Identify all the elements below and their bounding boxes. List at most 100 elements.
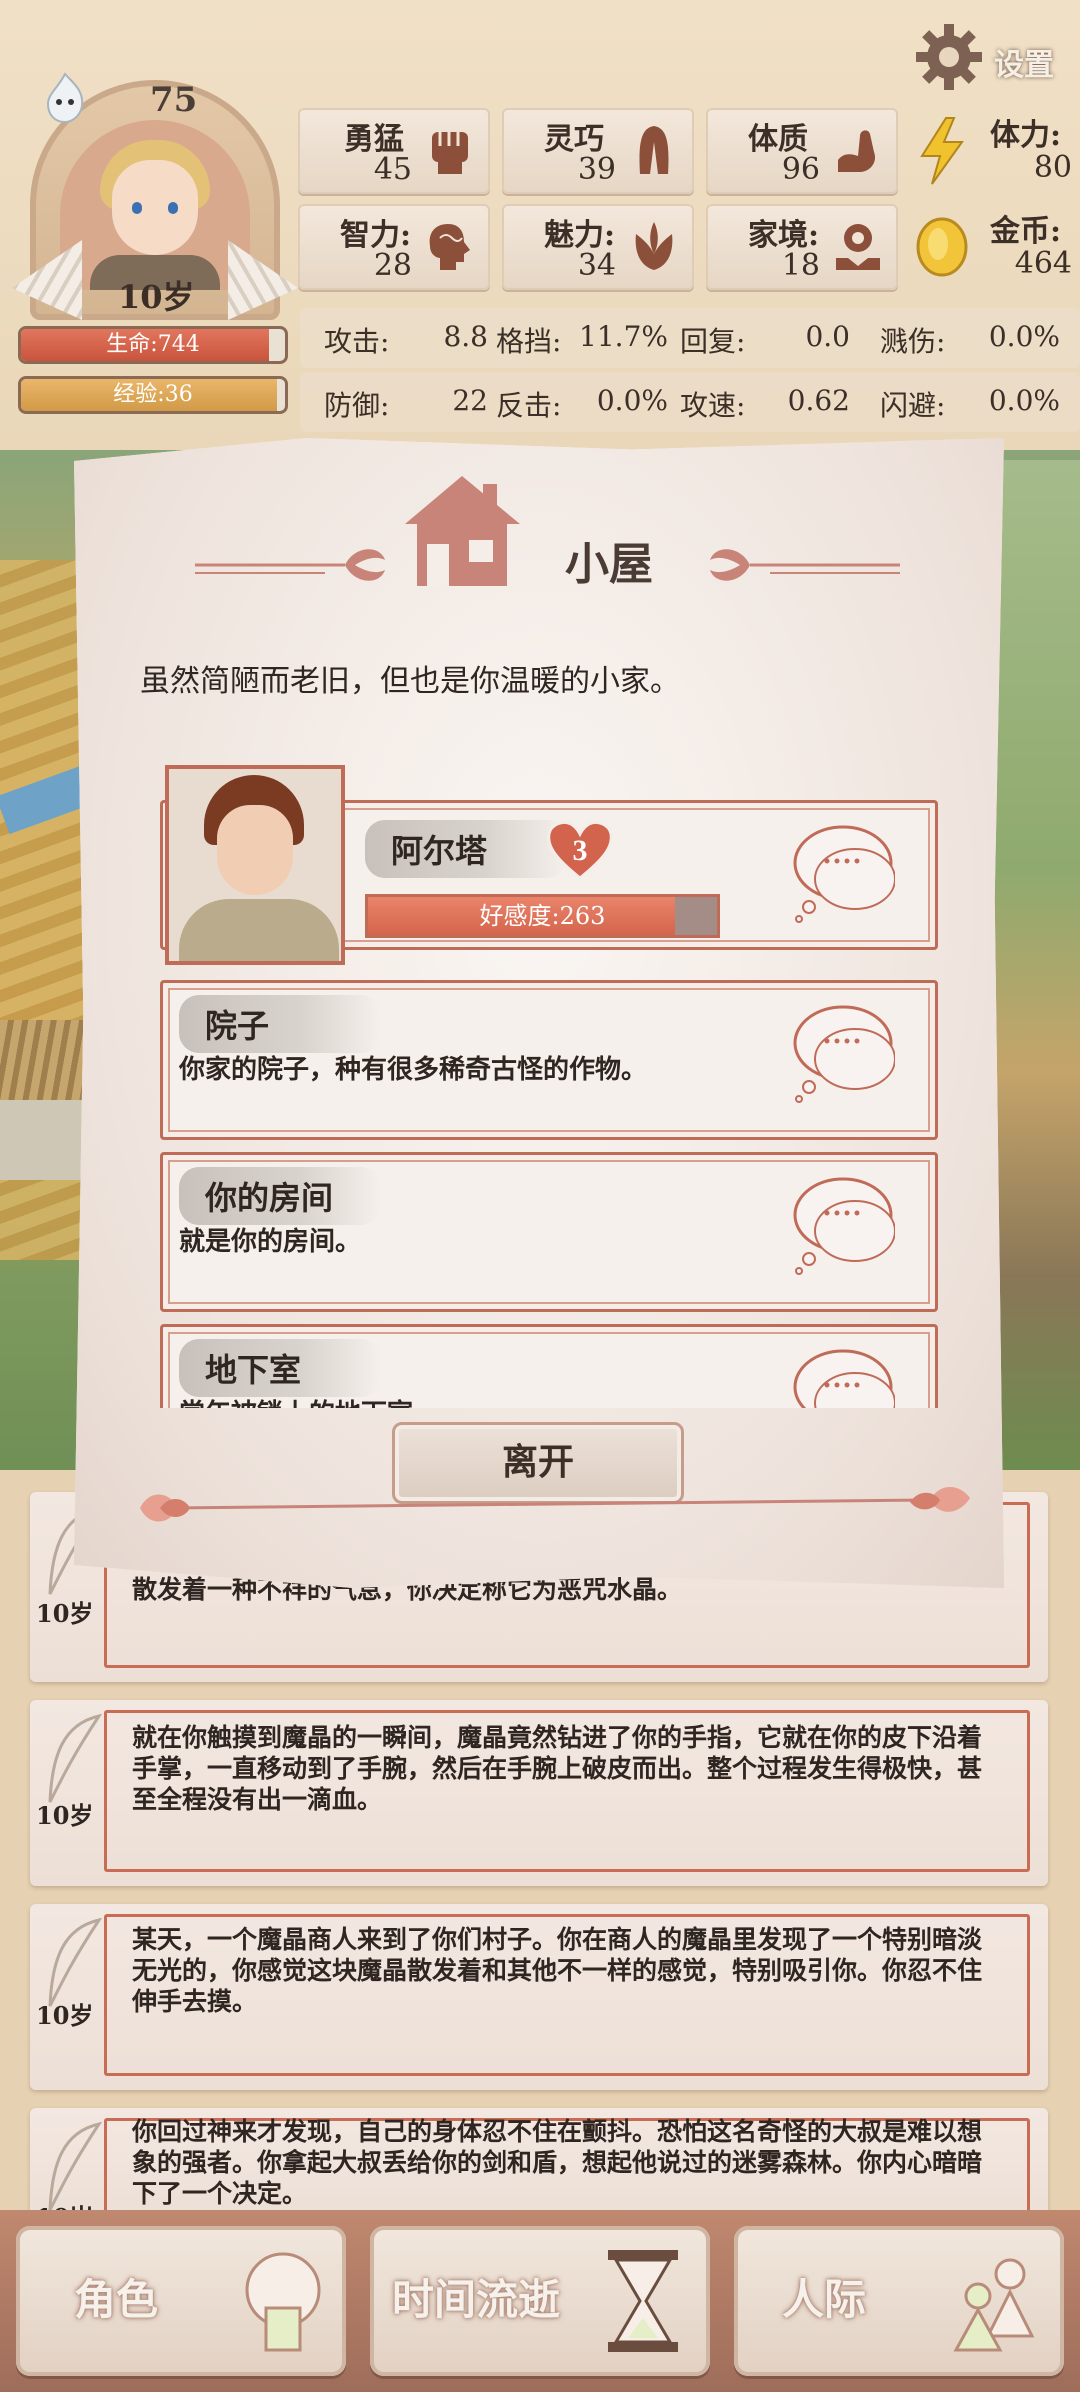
nav-label: 人际	[782, 2275, 867, 2324]
attack-speed-value: 0.62	[787, 384, 850, 417]
affinity-text: 好感度:263	[479, 902, 606, 930]
regen-label: 回复:	[680, 325, 746, 358]
chat-bubble-icon[interactable]	[785, 995, 895, 1105]
gold-value: 464	[1014, 246, 1072, 281]
stat-value: 45	[373, 152, 412, 187]
fist-icon	[432, 132, 468, 174]
stat-value: 28	[373, 248, 412, 283]
stat-card-family[interactable]: 家境: 18	[706, 204, 898, 290]
stamina-label: 体力:	[990, 118, 1062, 153]
village-scene-right	[990, 460, 1080, 1480]
log-age: 10岁	[36, 2001, 94, 2030]
popup-title: 小屋	[565, 539, 653, 590]
place-name: 你的房间	[179, 1167, 381, 1225]
spirit-icon	[46, 72, 84, 124]
cloak-icon	[639, 126, 669, 174]
hero-eye	[132, 202, 142, 214]
popup-description: 虽然简陋而老旧，但也是你温暖的小家。	[140, 664, 680, 699]
nav-social[interactable]: 人际	[734, 2226, 1064, 2376]
settings-label: 设置	[994, 48, 1054, 83]
place-description: 你家的院子，种有很多稀奇古怪的作物。	[179, 1055, 648, 1085]
age-label: 10岁	[118, 278, 195, 316]
npc-face	[217, 805, 293, 895]
gold-display: 金币: 464	[906, 204, 1080, 290]
block-label: 格挡:	[496, 325, 562, 358]
ornament-right-icon	[710, 549, 900, 581]
place-name: 地下室	[179, 1339, 381, 1397]
stamina-display: 体力: 80	[906, 108, 1080, 194]
place-entry[interactable]: 院子 你家的院子，种有很多稀奇古怪的作物。	[160, 980, 938, 1140]
attack-speed-label: 攻速:	[680, 389, 746, 422]
settings-button[interactable]: 设置	[914, 22, 1064, 90]
place-description: 常年被锁上的地下室	[179, 1393, 413, 1408]
log-entry: 10岁 就在你触摸到魔晶的一瞬间，魔晶竟然钻进了你的手指，它就在你的皮下沿着手掌…	[30, 1700, 1048, 1886]
stat-card-intelligence[interactable]: 智力: 28	[298, 204, 490, 290]
npc-name: 阿尔塔	[365, 820, 567, 878]
log-age: 10岁	[36, 1599, 94, 1628]
exp-bar: 经验:36	[18, 376, 288, 414]
hero-face	[112, 160, 198, 255]
attack-value: 8.8	[443, 320, 488, 353]
quill-icon	[48, 1918, 103, 2007]
heart-icon: 3	[547, 820, 613, 880]
people-icon	[953, 2258, 1035, 2352]
stamina-value: 80	[1033, 150, 1072, 185]
nav-label: 时间流逝	[392, 2275, 561, 2324]
log-entry: 10岁 某天，一个魔晶商人来到了你们村子。你在商人的魔晶里发现了一个特别暗淡无光…	[30, 1904, 1048, 2090]
place-description: 就是你的房间。	[179, 1227, 362, 1257]
gold-coin-icon	[916, 217, 968, 277]
stat-card-constitution[interactable]: 体质 96	[706, 108, 898, 194]
exp-text: 经验:36	[113, 382, 193, 407]
chat-bubble-icon[interactable]	[785, 1339, 895, 1408]
cottage-wall	[0, 1100, 90, 1180]
counter-label: 反击:	[496, 389, 562, 422]
stat-card-agility[interactable]: 灵巧 39	[502, 108, 694, 194]
chat-bubble-icon[interactable]	[785, 1167, 895, 1277]
ornament-bottom-icon	[140, 1487, 970, 1522]
splash-label: 溅伤:	[880, 325, 946, 358]
flower-icon	[635, 222, 673, 270]
nav-label: 角色	[74, 2275, 159, 2324]
stat-value: 96	[781, 152, 820, 187]
gold-label: 金币:	[990, 214, 1062, 249]
log-text: 就在你触摸到魔晶的一瞬间，魔晶竟然钻进了你的手指，它就在你的皮下沿着手掌，一直移…	[132, 1723, 983, 1814]
hp-text: 生命:744	[106, 332, 200, 357]
place-entry[interactable]: 你的房间 就是你的房间。	[160, 1152, 938, 1312]
stat-value: 34	[577, 248, 616, 283]
lightning-icon	[920, 117, 964, 185]
stat-value: 39	[577, 152, 616, 187]
quill-icon	[48, 1714, 103, 1803]
nav-character[interactable]: 角色	[16, 2226, 346, 2376]
defense-label: 防御:	[324, 389, 390, 422]
dodge-value: 0.0%	[988, 384, 1060, 417]
stat-card-courage[interactable]: 勇猛 45	[298, 108, 490, 194]
arm-icon	[838, 130, 876, 172]
hourglass-icon	[608, 2250, 678, 2352]
log-text: 某天，一个魔晶商人来到了你们村子。你在商人的魔晶里发现了一个特别暗淡无光的，你感…	[132, 1925, 983, 2016]
character-icon	[245, 2252, 321, 2352]
brain-icon	[429, 224, 470, 270]
block-value: 11.7%	[579, 320, 668, 353]
defense-value: 22	[452, 384, 488, 417]
place-entry[interactable]: 地下室 常年被锁上的地下室	[160, 1324, 938, 1408]
place-name: 院子	[179, 995, 381, 1053]
stat-value: 18	[781, 248, 820, 283]
ornament-left-icon	[195, 549, 385, 581]
npc-body	[179, 899, 339, 961]
attack-label: 攻击:	[324, 325, 390, 358]
chat-bubble-icon[interactable]	[785, 815, 895, 925]
splash-value: 0.0%	[988, 320, 1060, 353]
nav-time-passes[interactable]: 时间流逝	[370, 2226, 710, 2376]
house-icon	[405, 476, 520, 586]
stat-card-charm[interactable]: 魅力: 34	[502, 204, 694, 290]
money-bag-icon	[836, 224, 880, 270]
combat-stats-row-1: 攻击: 8.8 格挡: 11.7% 回复: 0.0 溅伤: 0.0%	[300, 308, 1080, 368]
counter-value: 0.0%	[596, 384, 668, 417]
log-age: 10岁	[36, 1801, 94, 1830]
hp-bar: 生命:744	[18, 326, 288, 364]
npc-portrait[interactable]	[165, 765, 345, 965]
dodge-label: 闪避:	[880, 389, 946, 422]
affinity-bar: 好感度:263	[365, 894, 720, 938]
npc-level: 3	[573, 834, 588, 867]
log-text: 你回过神来才发现，自己的身体忍不住在颤抖。恐怕这名奇怪的大叔是难以想象的强者。你…	[132, 2117, 983, 2208]
